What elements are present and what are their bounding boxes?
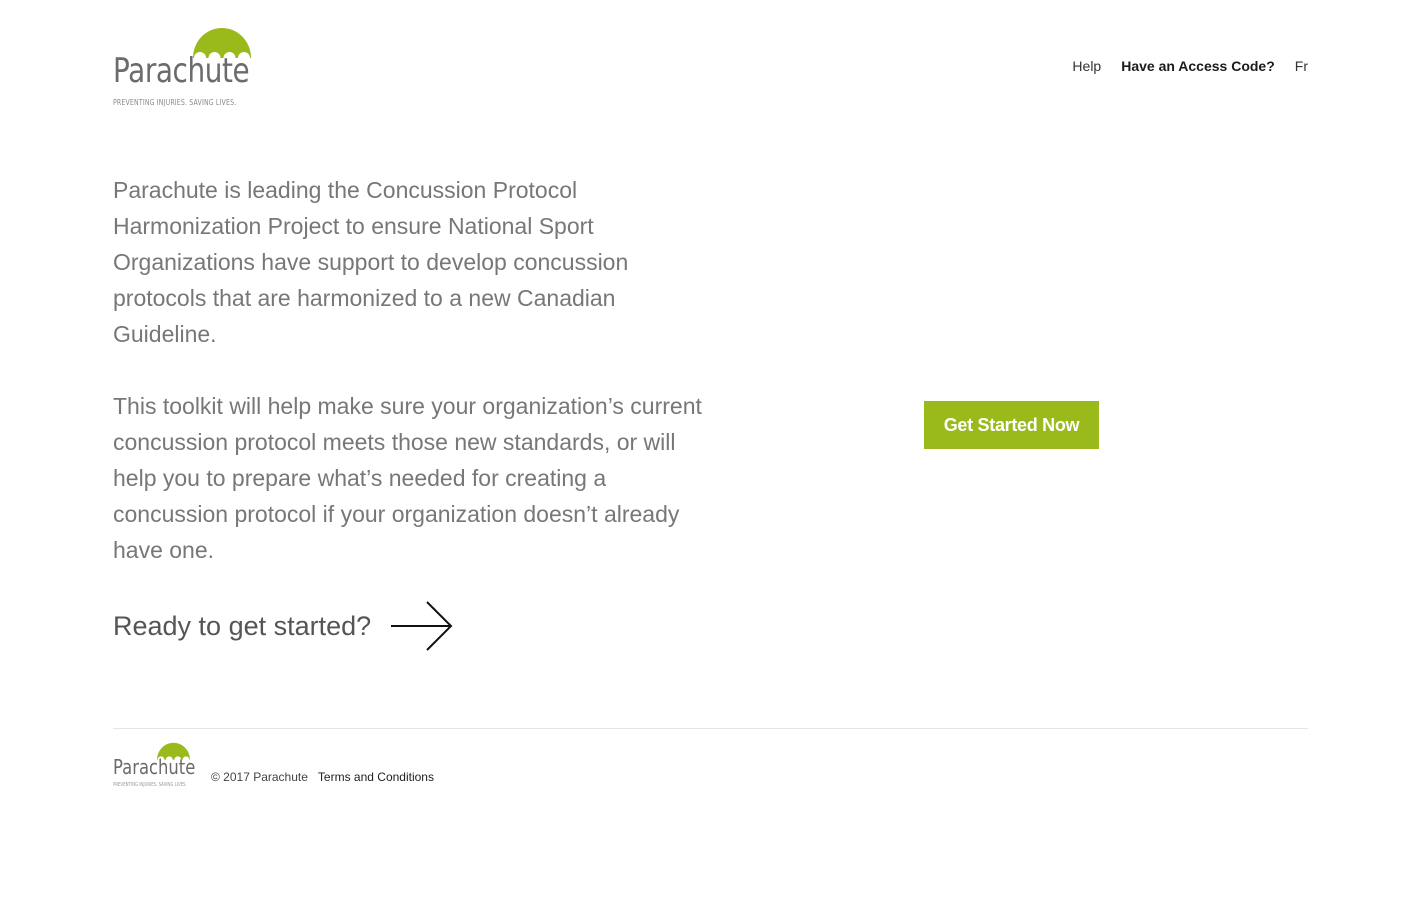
footer-links: © 2017 Parachute Terms and Conditions [211, 770, 434, 784]
footer-divider [113, 728, 1308, 729]
toolkit-paragraph: This toolkit will help make sure your or… [113, 393, 702, 563]
intro-paragraph: Parachute is leading the Concussion Prot… [113, 177, 629, 347]
header-logo[interactable]: Parachute PREVENTING INJURIES. SAVING LI… [113, 20, 258, 110]
footer-logo[interactable]: Parachute PREVENTING INJURIES. SAVING LI… [113, 738, 196, 790]
arrow-right-icon [391, 601, 453, 651]
nav-help-link[interactable]: Help [1072, 58, 1101, 74]
ready-prompt: Ready to get started? [113, 600, 453, 652]
ready-text: Ready to get started? [113, 610, 372, 641]
nav-language-link[interactable]: Fr [1295, 58, 1308, 74]
terms-link[interactable]: Terms and Conditions [318, 770, 434, 784]
logo-brand-text: Parachute [113, 51, 250, 91]
footer-logo-tagline: PREVENTING INJURIES. SAVING LIVES. [113, 782, 187, 788]
copyright-text: © 2017 Parachute [211, 770, 308, 784]
page: Parachute PREVENTING INJURIES. SAVING LI… [0, 0, 1413, 900]
footer-logo-brand-text: Parachute [113, 755, 196, 779]
nav-access-code-link[interactable]: Have an Access Code? [1121, 58, 1275, 74]
top-nav: Help Have an Access Code? Fr [1072, 58, 1308, 74]
get-started-button[interactable]: Get Started Now [924, 401, 1099, 449]
logo-tagline: PREVENTING INJURIES. SAVING LIVES. [113, 98, 237, 107]
